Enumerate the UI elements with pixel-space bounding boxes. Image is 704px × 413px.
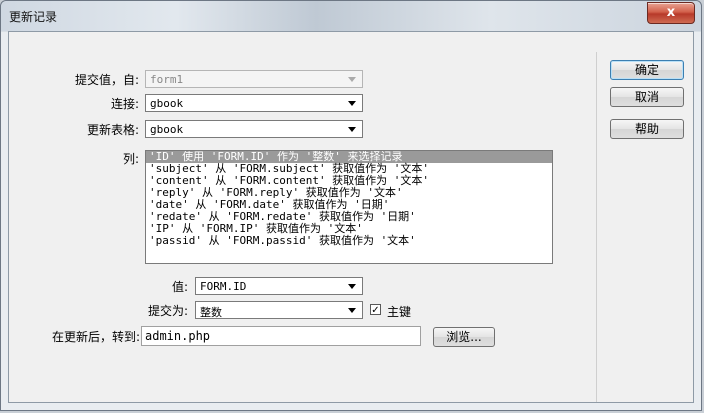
list-item[interactable]: 'passid' 从 'FORM.passid' 获取值作为 '文本'	[146, 235, 552, 247]
after-update-label: 在更新后，转到:	[51, 330, 140, 344]
connection-select[interactable]: gbook	[145, 94, 363, 112]
table-label: 更新表格:	[86, 123, 139, 137]
chevron-down-icon	[348, 308, 356, 313]
cancel-button[interactable]: 取消	[610, 87, 684, 107]
value-select[interactable]: FORM.ID	[195, 277, 363, 295]
connection-value: gbook	[150, 97, 184, 110]
value-label: 值:	[171, 280, 188, 294]
chevron-down-icon	[348, 77, 356, 82]
submit-from-label: 提交值，自:	[74, 73, 139, 87]
columns-label: 列:	[122, 152, 139, 166]
redirect-url-input[interactable]: admin.php	[141, 326, 421, 346]
submit-from-select[interactable]: form1	[145, 70, 363, 88]
ok-button[interactable]: 确定	[610, 60, 684, 80]
help-button[interactable]: 帮助	[610, 119, 684, 139]
chevron-down-icon	[348, 101, 356, 106]
submit-from-value: form1	[150, 73, 184, 86]
submit-as-select[interactable]: 整数	[195, 301, 363, 319]
close-icon: x	[666, 5, 676, 20]
dialog-title: 更新记录	[9, 10, 58, 24]
primary-key-label: 主键	[387, 305, 412, 319]
submit-as-label: 提交为:	[147, 304, 188, 318]
primary-key-checkbox[interactable]: ✓	[370, 304, 381, 316]
close-button[interactable]: x	[647, 2, 695, 24]
update-record-dialog: 更新记录 x 提交值，自: form1 连接: gbook 更新表格: gboo…	[0, 0, 702, 411]
columns-listbox[interactable]: 'ID' 使用 'FORM.ID' 作为 '整数' 来选择记录 'subject…	[145, 150, 553, 264]
vertical-divider	[596, 52, 597, 402]
chevron-down-icon	[348, 284, 356, 289]
value-value: FORM.ID	[200, 280, 247, 293]
table-value: gbook	[150, 123, 184, 136]
checkmark-icon: ✓	[371, 305, 380, 316]
dialog-body: 提交值，自: form1 连接: gbook 更新表格: gbook 列: 'I…	[8, 31, 694, 403]
connection-label: 连接:	[110, 97, 139, 111]
submit-as-value: 整数	[200, 306, 222, 319]
title-bar[interactable]: 更新记录 x	[1, 1, 701, 31]
table-select[interactable]: gbook	[145, 120, 363, 138]
browse-button[interactable]: 浏览...	[433, 327, 495, 347]
chevron-down-icon	[348, 127, 356, 132]
